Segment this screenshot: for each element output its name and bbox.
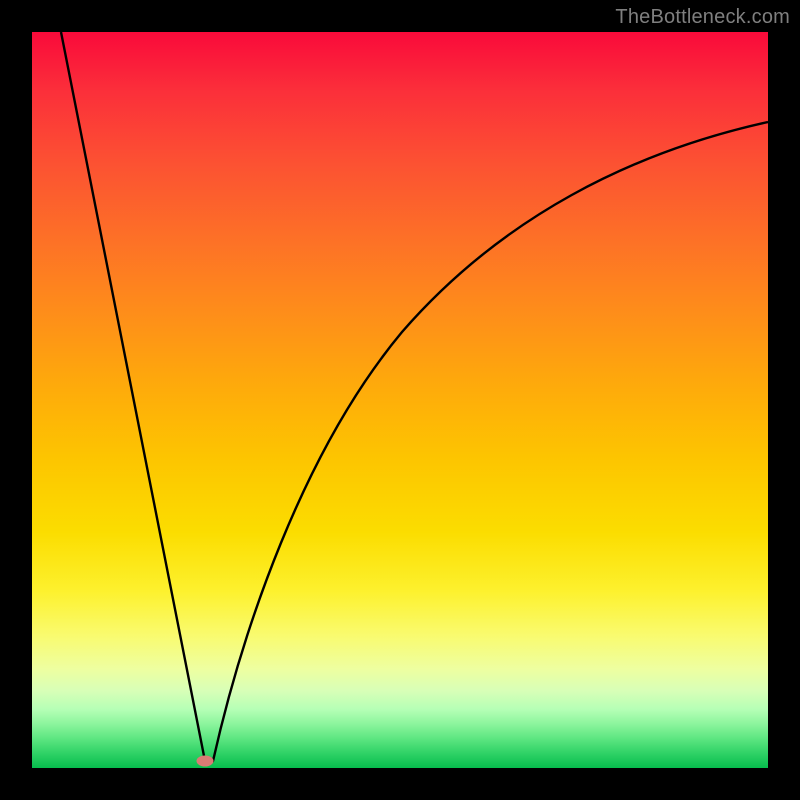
plot-area — [32, 32, 768, 768]
chart-frame: TheBottleneck.com — [0, 0, 800, 800]
watermark-label: TheBottleneck.com — [615, 6, 790, 29]
gradient-background — [32, 32, 768, 768]
